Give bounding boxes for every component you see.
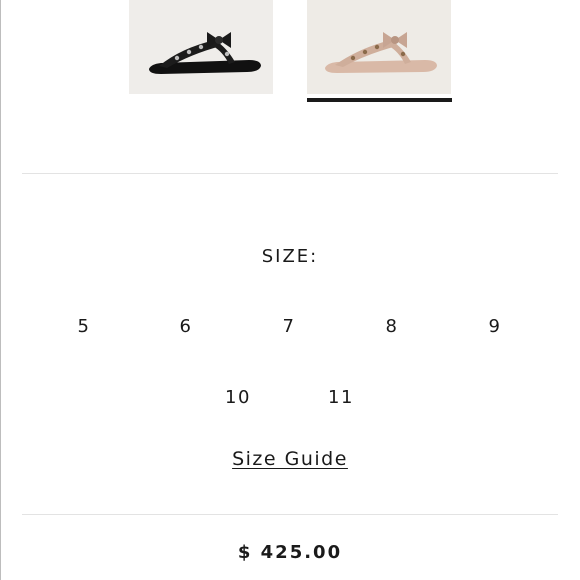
size-guide-link[interactable]: Size Guide	[232, 448, 348, 470]
size-guide: Size Guide	[0, 448, 580, 470]
size-option-5[interactable]: 5	[54, 315, 114, 339]
size-option-9[interactable]: 9	[465, 315, 525, 339]
size-option-6[interactable]: 6	[156, 315, 216, 339]
size-heading: SIZE:	[261, 246, 319, 267]
size-option-7[interactable]: 7	[259, 315, 319, 339]
black-sandal-image	[149, 32, 261, 74]
product-price: $ 425.00	[237, 542, 343, 563]
selected-swatch-indicator	[307, 98, 452, 102]
size-option-11[interactable]: 11	[311, 386, 371, 410]
size-options-row-2: 10 11	[0, 386, 580, 416]
size-options-row-1: 5 6 7 8 9	[0, 315, 580, 345]
divider	[22, 514, 558, 515]
size-option-10[interactable]: 10	[208, 386, 268, 410]
nude-sandal-image	[325, 32, 437, 73]
swatch-black-sandal[interactable]	[129, 0, 273, 94]
size-option-8[interactable]: 8	[362, 315, 422, 339]
left-edge-border	[0, 0, 1, 580]
divider	[22, 173, 558, 174]
swatch-nude-sandal[interactable]	[307, 0, 451, 94]
